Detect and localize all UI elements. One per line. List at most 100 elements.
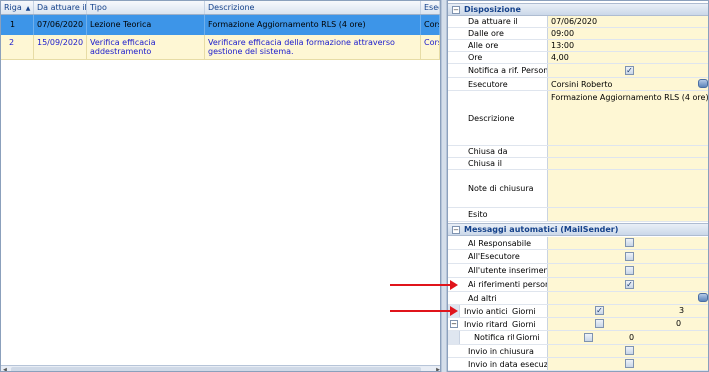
prop-descrizione[interactable]: Descrizione Formazione Aggiornamento RLS… (448, 91, 708, 146)
column-header-tipo[interactable]: Tipo (87, 1, 205, 14)
prop-chiusa-da[interactable]: Chiusa da (448, 146, 708, 158)
notifica-ritardo-checkbox[interactable] (584, 333, 593, 342)
prop-label: Da attuare il (448, 16, 548, 27)
esito-field[interactable] (548, 208, 708, 221)
chiusa-da-field[interactable] (548, 146, 708, 157)
invio-chiusura-checkbox[interactable] (625, 346, 634, 355)
prop-invio-ritardo[interactable]: − Invio ritardo Giorni 0 (448, 318, 708, 331)
cell-date: 07/06/2020 (34, 15, 87, 35)
prop-label: Ore (448, 52, 548, 63)
prop-esito[interactable]: Esito (448, 208, 708, 222)
scroll-left-icon[interactable]: ◀ (3, 367, 7, 371)
column-header-date[interactable]: Da attuare il (34, 1, 87, 14)
cell-descrizione: Verificare efficacia della formazione at… (205, 35, 421, 59)
prop-value (548, 264, 708, 277)
dalle-ore-field[interactable]: 09:00 (548, 28, 708, 39)
prop-label: All'Esecutore (448, 250, 548, 263)
scrollbar-thumb[interactable] (11, 367, 421, 371)
notifica-checkbox[interactable]: ✓ (625, 66, 634, 75)
prop-label: Alle ore (448, 40, 548, 51)
prop-invio-anticipato[interactable]: Invio anticipato Giorni ✓ 3 (448, 305, 708, 318)
giorni-label: Giorni (516, 333, 540, 342)
chiusa-il-field[interactable] (548, 158, 708, 169)
ai-riferimenti-checkbox[interactable]: ✓ (625, 280, 634, 289)
horizontal-scrollbar[interactable]: ◀ ▶ (1, 365, 440, 371)
prop-dalle-ore[interactable]: Dalle ore 09:00 (448, 28, 708, 40)
prop-ore[interactable]: Ore 4,00 (448, 52, 708, 64)
collapse-icon[interactable]: − (452, 226, 460, 234)
expand-icon[interactable]: − (450, 320, 458, 328)
prop-notifica-ritardo[interactable]: Notifica ritardo Giorni 0 (448, 331, 708, 345)
prop-label: Invio anticipato Giorni (460, 305, 548, 317)
prop-chiusa-il[interactable]: Chiusa il (448, 158, 708, 170)
prop-all-utente-inserimento[interactable]: All'utente inserimento (448, 264, 708, 278)
prop-value: 0 (548, 331, 708, 344)
prop-value (548, 345, 708, 357)
cell-tipo: Lezione Teorica (87, 15, 205, 35)
invio-ritardo-checkbox[interactable] (595, 319, 604, 328)
alle-ore-field[interactable]: 13:00 (548, 40, 708, 51)
al-responsabile-checkbox[interactable] (625, 238, 634, 247)
invio-ritardo-label: Invio ritardo (464, 319, 508, 329)
prop-note-di-chiusura[interactable]: Note di chiusura (448, 170, 708, 208)
category-title: Disposizione (464, 5, 521, 14)
prop-notifica-rif-personale[interactable]: Notifica a rif. Personale ✓ (448, 64, 708, 78)
scroll-right-icon[interactable]: ▶ (436, 367, 440, 371)
prop-invio-in-chiusura[interactable]: Invio in chiusura (448, 345, 708, 358)
cell-date: 15/09/2020 (34, 35, 87, 59)
prop-label: Chiusa da (448, 146, 548, 157)
prop-ad-altri[interactable]: Ad altri (448, 292, 708, 305)
invio-data-esecuzione-checkbox[interactable] (625, 359, 634, 368)
invio-anticipato-giorni-field[interactable]: 3 (679, 306, 684, 315)
prop-label: Notifica a rif. Personale (448, 64, 548, 77)
grid-header: Riga ▲ Da attuare il Tipo Descrizione Ese… (1, 1, 440, 15)
column-header-esecutore[interactable]: Esec (421, 1, 440, 14)
prop-al-responsabile[interactable]: Al Responsabile (448, 237, 708, 250)
prop-label: Esito (448, 208, 548, 221)
all-utente-checkbox[interactable] (625, 266, 634, 275)
cell-riga: 2 (1, 35, 34, 59)
table-row-selected[interactable]: 1 07/06/2020 Lezione Teorica Formazione … (1, 15, 440, 35)
prop-esecutore[interactable]: Esecutore Corsini Roberto (448, 78, 708, 91)
prop-ai-riferimenti-personale[interactable]: Ai riferimenti personale ✓ (448, 278, 708, 292)
column-header-label: Riga (4, 3, 22, 12)
collapse-icon[interactable]: − (452, 6, 460, 14)
giorni-label: Giorni (512, 319, 536, 329)
prop-all-esecutore[interactable]: All'Esecutore (448, 250, 708, 264)
all-esecutore-checkbox[interactable] (625, 252, 634, 261)
prop-label: Invio in data esecuzione (448, 358, 548, 370)
category-disposizione[interactable]: − Disposizione (448, 3, 708, 16)
sort-ascending-icon: ▲ (25, 5, 31, 12)
column-header-descrizione[interactable]: Descrizione (205, 1, 421, 14)
ad-altri-field[interactable] (548, 292, 708, 304)
prop-label: Ad altri (448, 292, 548, 304)
prop-label: Esecutore (448, 78, 548, 90)
invio-ritardo-giorni-field[interactable]: 0 (676, 319, 681, 328)
note-di-chiusura-field[interactable] (548, 170, 708, 207)
invio-anticipato-checkbox[interactable]: ✓ (595, 306, 604, 315)
prop-alle-ore[interactable]: Alle ore 13:00 (448, 40, 708, 52)
prop-label: All'utente inserimento (448, 264, 548, 277)
prop-value: 0 (548, 318, 708, 330)
prop-da-attuare-il[interactable]: Da attuare il 07/06/2020 (448, 16, 708, 28)
prop-label: Al Responsabile (448, 237, 548, 249)
da-attuare-il-field[interactable]: 07/06/2020 (548, 16, 708, 27)
ore-field[interactable]: 4,00 (548, 52, 708, 63)
descrizione-field[interactable]: Formazione Aggiornamento RLS (4 ore) (548, 91, 708, 145)
ad-altri-lookup-button[interactable] (698, 293, 708, 302)
cell-esecutore: Corsi (421, 35, 440, 59)
notifica-ritardo-label: Notifica ritardo (474, 333, 514, 342)
prop-value (548, 237, 708, 249)
notifica-ritardo-giorni-field[interactable]: 0 (629, 333, 634, 342)
prop-invio-in-data-esecuzione[interactable]: Invio in data esecuzione (448, 358, 708, 371)
prop-value: ✓ (548, 64, 708, 77)
table-row[interactable]: 2 15/09/2020 Verifica efficacia addestra… (1, 35, 440, 60)
category-title: Messaggi automatici (MailSender) (464, 225, 619, 234)
esecutore-value: Corsini Roberto (551, 79, 613, 89)
column-header-riga[interactable]: Riga ▲ (1, 1, 34, 14)
invio-anticipato-label: Invio anticipato (464, 306, 508, 316)
esecutore-field[interactable]: Corsini Roberto (548, 78, 708, 90)
category-messaggi-automatici[interactable]: − Messaggi automatici (MailSender) (448, 223, 708, 236)
esecutore-lookup-button[interactable] (698, 79, 708, 88)
prop-value: ✓ (548, 278, 708, 291)
